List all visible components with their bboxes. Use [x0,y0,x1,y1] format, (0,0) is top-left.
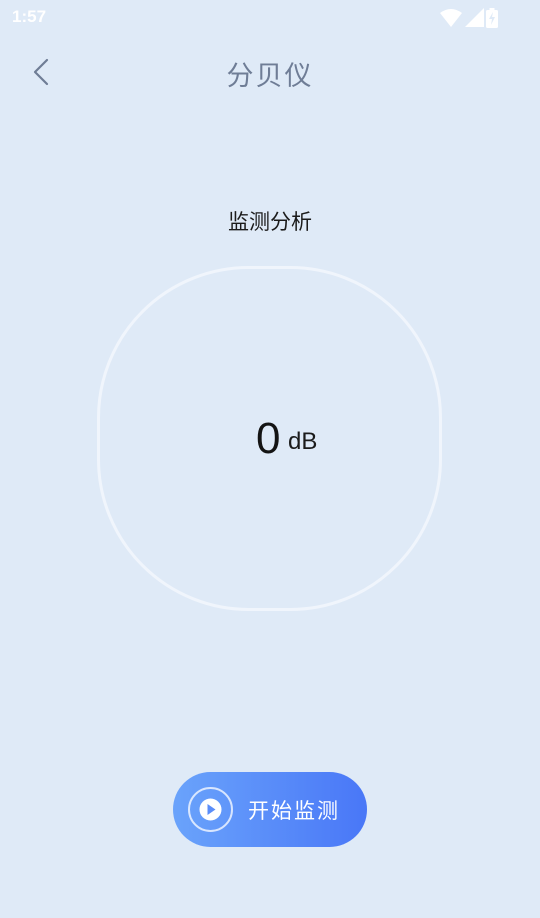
decibel-meter-screen: 1:57 分贝仪 监测分析 0 dB 开始监测 [0,0,540,918]
section-title: 监测分析 [228,210,312,234]
header: 分贝仪 [0,36,540,106]
status-icons [440,8,500,28]
wifi-icon [440,9,462,27]
play-icon [188,787,233,832]
start-monitoring-label: 开始监测 [248,799,340,823]
cellular-signal-icon [465,8,484,27]
status-bar: 1:57 [0,0,540,36]
start-monitoring-button[interactable]: 开始监测 [173,772,367,847]
decibel-value: 0 [256,414,281,463]
battery-charging-icon [486,8,498,28]
status-time: 1:57 [12,7,47,26]
decibel-unit: dB [288,428,318,455]
page-title: 分贝仪 [226,61,314,92]
